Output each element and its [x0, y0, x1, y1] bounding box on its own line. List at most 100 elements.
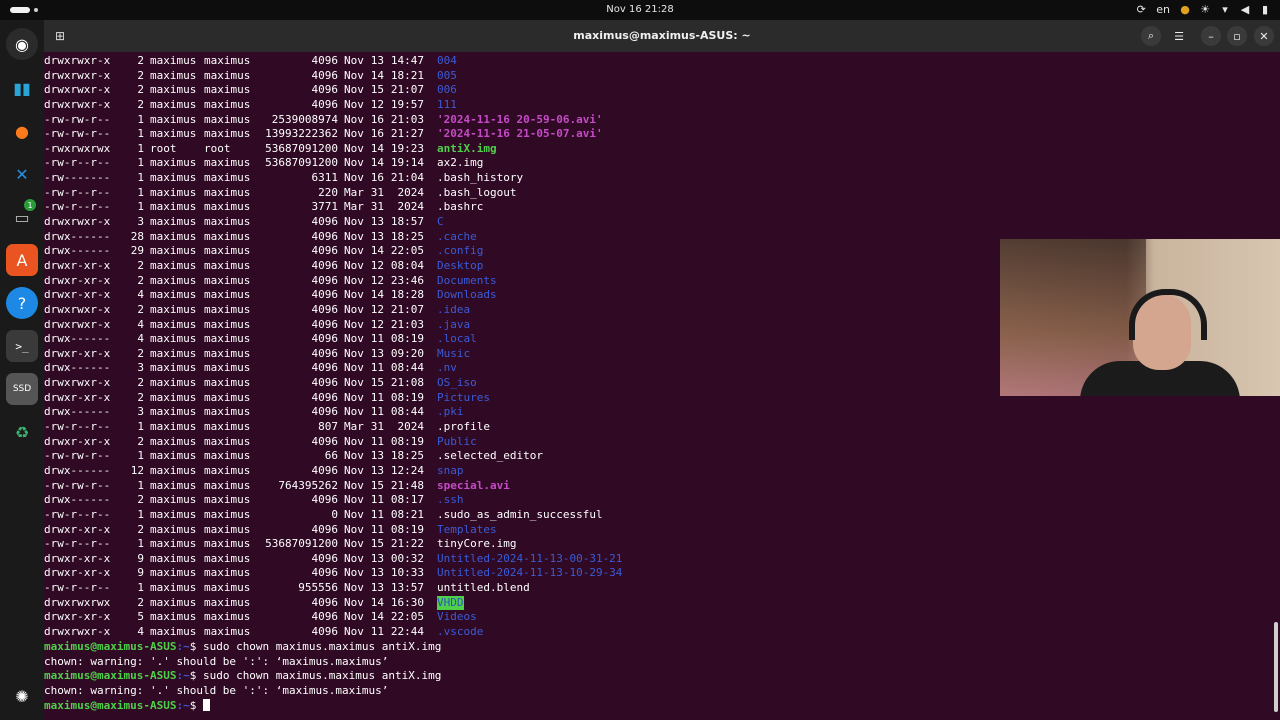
listing-time: 2024 — [397, 420, 425, 434]
listing-mon: Nov — [344, 258, 364, 272]
listing-row: -rw-r--r-- 1 maximus maximus 955556 Nov 13 13:5… — [44, 581, 622, 596]
search-icon[interactable]: ⌕ — [1141, 26, 1161, 46]
obs-icon[interactable]: ◉ — [6, 28, 38, 60]
listing-time: 09:20 — [390, 346, 424, 360]
language-indicator[interactable]: en — [1156, 3, 1170, 16]
listing-day: 14 — [370, 244, 384, 258]
listing-time: 08:21 — [390, 507, 424, 521]
app-center-icon[interactable]: A — [6, 244, 38, 276]
listing-links: 1 — [137, 581, 144, 595]
listing-mon: Mar — [344, 200, 364, 214]
vscode-icon[interactable]: ✕ — [6, 158, 38, 190]
listing-time: 16:30 — [390, 595, 424, 609]
system-tray[interactable]: ⟳ en ● ☀ ▾ ◀ ▮ — [1136, 3, 1270, 16]
listing-group: maximus — [204, 68, 251, 82]
microphone-icon[interactable]: ● — [1180, 3, 1190, 16]
listing-time: 22:05 — [390, 244, 424, 258]
listing-mon: Nov — [344, 332, 364, 346]
listing-links: 4 — [137, 332, 144, 346]
listing-owner: maximus — [150, 302, 197, 316]
listing-mon: Nov — [344, 54, 364, 67]
listing-time: 19:14 — [390, 156, 424, 170]
prompt-line: maximus@maximus-ASUS:~$ sudo chown maxim… — [44, 669, 441, 684]
listing-perm: drwxrwxr-x — [44, 215, 111, 229]
help-icon[interactable]: ? — [6, 287, 38, 319]
listing-time: 21:07 — [390, 83, 424, 97]
clock[interactable]: Nov 16 21:28 — [0, 4, 1280, 15]
listing-group: root — [204, 141, 231, 155]
listing-group: maximus — [204, 405, 251, 419]
listing-perm: drwxr-xr-x — [44, 258, 111, 272]
listing-size: 4096 — [311, 434, 339, 448]
minimize-icon[interactable]: – — [1201, 26, 1221, 46]
listing-size: 4096 — [311, 551, 339, 565]
listing-time: 21:48 — [390, 478, 424, 492]
listing-owner: maximus — [150, 478, 197, 492]
trash-icon[interactable]: ♻ — [6, 416, 38, 448]
brightness-icon[interactable]: ☀ — [1200, 3, 1210, 16]
listing-group: maximus — [204, 493, 251, 507]
listing-time: 22:05 — [390, 610, 424, 624]
listing-name: Downloads — [437, 288, 497, 302]
listing-day: 15 — [370, 376, 384, 390]
restore-icon[interactable]: ▫ — [1227, 26, 1247, 46]
listing-time: 08:17 — [390, 493, 424, 507]
listing-mon: Nov — [344, 215, 364, 229]
listing-size: 53687091200 — [265, 537, 338, 551]
listing-name: Pictures — [437, 390, 490, 404]
ubuntu-apps-icon[interactable]: ✺ — [6, 680, 38, 712]
listing-day: 11 — [370, 361, 384, 375]
terminal-icon[interactable]: >_ — [6, 330, 38, 362]
listing-day: 31 — [370, 185, 384, 199]
listing-perm: drwxr-xr-x — [44, 434, 111, 448]
listing-name: '2024-11-16 21-05-07.avi' — [437, 127, 603, 141]
listing-owner: maximus — [150, 127, 197, 141]
listing-size: 4096 — [311, 215, 339, 229]
listing-links: 2 — [137, 434, 144, 448]
listing-mon: Nov — [344, 595, 364, 609]
listing-row: -rw-r--r-- 1 maximus maximus 807 Mar 31 2024 .pr… — [44, 420, 622, 435]
firefox-icon[interactable]: ● — [6, 115, 38, 147]
listing-group: maximus — [204, 507, 251, 521]
listing-name: .java — [437, 317, 471, 331]
close-icon[interactable]: ✕ — [1254, 26, 1274, 46]
listing-mon: Nov — [344, 390, 364, 404]
ssd-drive-icon[interactable]: SSD — [6, 373, 38, 405]
menu-icon[interactable]: ☰ — [1169, 26, 1189, 46]
listing-mon: Nov — [344, 566, 364, 580]
listing-row: drwxr-xr-x 4 maximus maximus 4096 Nov 14 18:28 D… — [44, 288, 622, 303]
prompt-symbol: $ — [189, 669, 203, 683]
listing-name: .bashrc — [437, 200, 484, 214]
listing-name: .cache — [437, 229, 477, 243]
listing-group: maximus — [204, 551, 251, 565]
listing-perm: -rwxrwxrwx — [44, 141, 111, 155]
listing-perm: -rw-r--r-- — [44, 507, 111, 521]
battery-icon[interactable]: ▮ — [1260, 3, 1270, 16]
listing-time: 21:22 — [390, 537, 424, 551]
listing-perm: -rw-rw-r-- — [44, 449, 111, 463]
listing-perm: -rw-r--r-- — [44, 200, 111, 214]
listing-row: -rw-r--r-- 1 maximus maximus 220 Mar 31 2024 .ba… — [44, 186, 622, 201]
listing-row: -rw-r--r-- 1 maximus maximus 0 Nov 11 08:21 .sud… — [44, 508, 622, 523]
scrollbar[interactable] — [1274, 622, 1278, 712]
listing-owner: maximus — [150, 317, 197, 331]
listing-owner: maximus — [150, 376, 197, 390]
listing-size: 4096 — [311, 302, 339, 316]
listing-perm: -rw-rw-r-- — [44, 127, 111, 141]
listing-size: 4096 — [311, 463, 339, 477]
listing-time: 22:44 — [390, 624, 424, 638]
window-title: maximus@maximus-ASUS: ~ — [573, 29, 751, 42]
listing-group: maximus — [204, 332, 251, 346]
files-blue-icon[interactable]: ▮▮ — [6, 72, 38, 104]
update-icon[interactable]: ⟳ — [1136, 3, 1146, 16]
wifi-icon[interactable]: ▾ — [1220, 3, 1230, 16]
listing-perm: drwxr-xr-x — [44, 551, 111, 565]
listing-name: Public — [437, 434, 477, 448]
listing-size: 4096 — [311, 317, 339, 331]
listing-perm: drwxrwxr-x — [44, 302, 111, 316]
listing-group: maximus — [204, 610, 251, 624]
listing-perm: drwx------ — [44, 229, 111, 243]
volume-icon[interactable]: ◀ — [1240, 3, 1250, 16]
listing-day: 11 — [370, 624, 384, 638]
files-icon[interactable]: ▭ 1 — [6, 199, 38, 233]
